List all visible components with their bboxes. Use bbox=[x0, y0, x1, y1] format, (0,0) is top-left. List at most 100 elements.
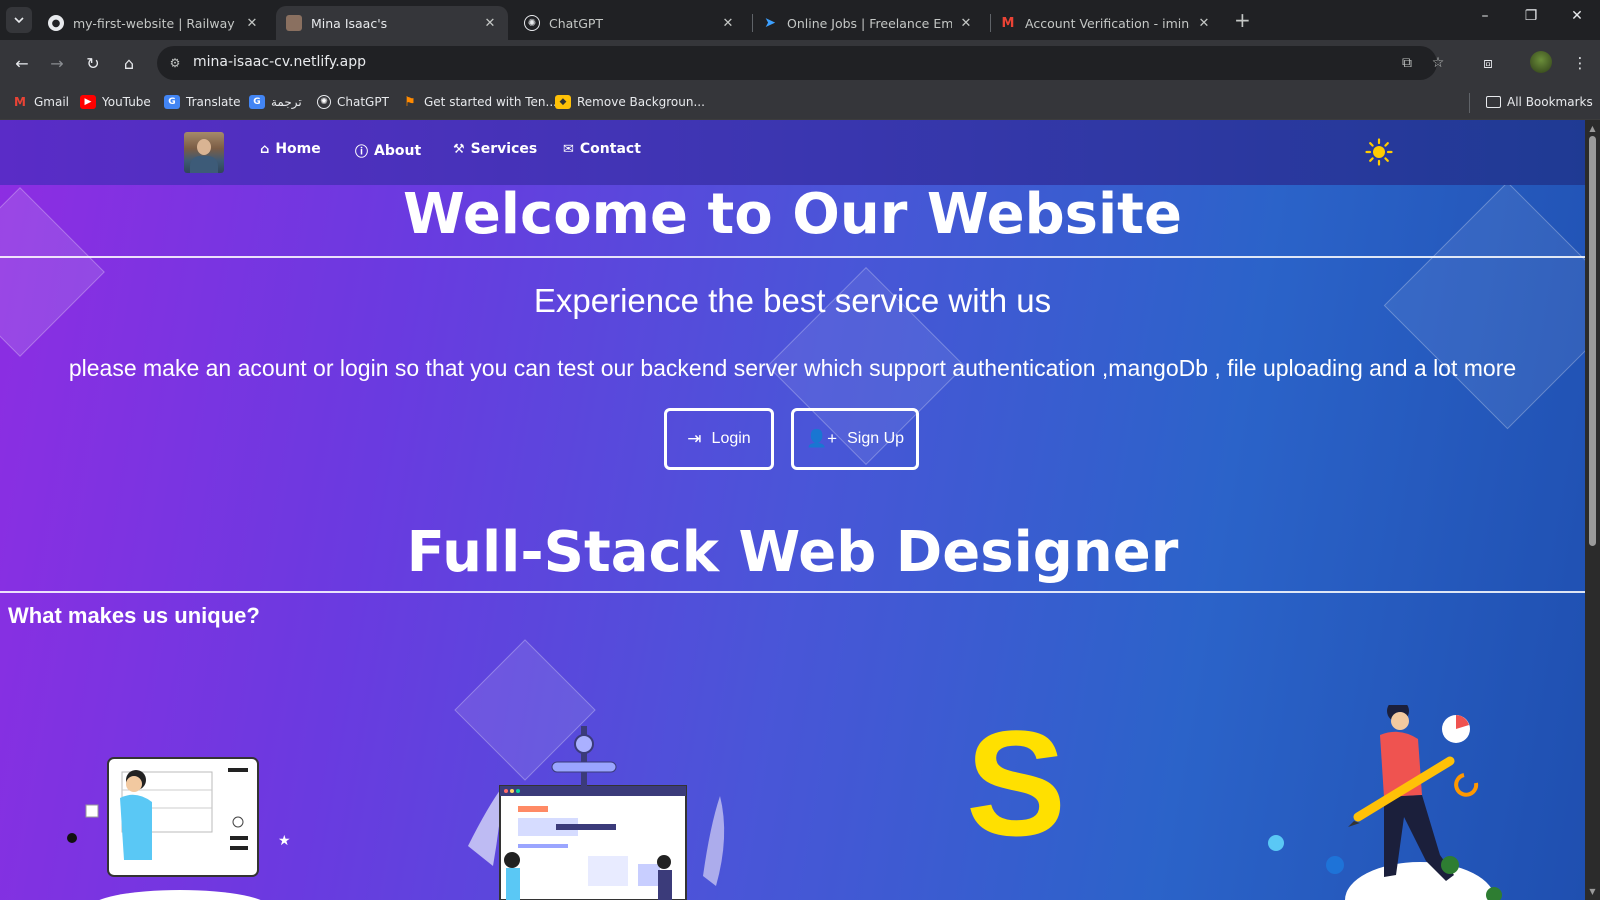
unique-heading: What makes us unique? bbox=[8, 603, 260, 628]
designer-illustration bbox=[1268, 705, 1502, 900]
close-tab-icon[interactable]: ✕ bbox=[958, 16, 974, 31]
bookmark-label: ChatGPT bbox=[337, 95, 389, 109]
nav-label: About bbox=[374, 142, 422, 159]
browser-tab-strip: ● my-first-website | Railway ✕ Mina Isaa… bbox=[0, 0, 1600, 40]
gmail-icon: M bbox=[14, 95, 26, 109]
home-icon: ⌂ bbox=[260, 141, 270, 157]
browser-tab-online-jobs[interactable]: ➤ Online Jobs | Freelance Employ ✕ bbox=[752, 6, 984, 40]
translate-icon: G bbox=[249, 95, 265, 109]
minimize-icon[interactable]: – bbox=[1470, 8, 1500, 24]
bookmarks-bar: M Gmail ▶ YouTube G Translate G ترجمة ✺ … bbox=[0, 86, 1600, 120]
translate-icon: G bbox=[164, 95, 180, 109]
tab-title: Account Verification - imina395 bbox=[1025, 15, 1190, 31]
scroll-down-icon[interactable]: ▼ bbox=[1588, 887, 1597, 896]
bookmark-label: Translate bbox=[186, 95, 241, 109]
browser-tab-gmail[interactable]: M Account Verification - imina395 ✕ bbox=[990, 6, 1222, 40]
bookmark-label: Get started with Ten... bbox=[424, 95, 557, 109]
bookmark-star-icon[interactable]: ☆ bbox=[1428, 53, 1448, 73]
nav-link-home[interactable]: ⌂ Home bbox=[260, 141, 321, 157]
tab-search-button[interactable] bbox=[6, 7, 32, 33]
bookmark-remove-background[interactable]: ◆ Remove Backgroun... bbox=[555, 95, 705, 109]
youtube-icon: ▶ bbox=[80, 95, 96, 109]
bookmark-label: Remove Backgroun... bbox=[577, 95, 705, 109]
bookmark-label: YouTube bbox=[102, 95, 151, 109]
close-tab-icon[interactable]: ✕ bbox=[720, 16, 736, 31]
page-scrollbar[interactable]: ▲ ▼ bbox=[1585, 120, 1600, 900]
forward-icon[interactable]: → bbox=[45, 51, 69, 75]
bookmark-label: ترجمة bbox=[271, 95, 302, 109]
nav-label: Home bbox=[275, 141, 321, 157]
nav-label: Services bbox=[470, 141, 538, 157]
gmail-icon: M bbox=[1001, 15, 1015, 31]
avatar-body bbox=[190, 156, 218, 173]
chatgpt-icon: ✺ bbox=[317, 95, 331, 109]
bookmark-get-started[interactable]: ⚑ Get started with Ten... bbox=[402, 94, 557, 110]
back-icon[interactable]: ← bbox=[10, 51, 34, 75]
address-bar[interactable]: ⚙ mina-isaac-cv.netlify.app ⧉ ☆ bbox=[157, 46, 1444, 80]
nav-link-contact[interactable]: ✉ Contact bbox=[563, 141, 641, 157]
menu-dots-icon[interactable]: ⋮ bbox=[1568, 51, 1592, 75]
add-user-icon: 👤+ bbox=[805, 429, 838, 448]
hero-divider bbox=[0, 256, 1585, 258]
tab-title: ChatGPT bbox=[549, 15, 604, 31]
nav-label: Contact bbox=[579, 141, 641, 157]
services-icon: ⚒ bbox=[453, 141, 465, 157]
web-builder-illustration bbox=[468, 726, 725, 900]
scroll-up-icon[interactable]: ▲ bbox=[1588, 124, 1597, 133]
avatar[interactable] bbox=[184, 132, 224, 173]
bookmarks-separator bbox=[1469, 93, 1470, 113]
tab-title: Mina Isaac's bbox=[311, 15, 388, 31]
new-tab-button[interactable]: + bbox=[1234, 10, 1251, 30]
browser-tab-mina-isaac[interactable]: Mina Isaac's ✕ bbox=[276, 6, 508, 40]
section-divider bbox=[0, 591, 1585, 593]
section-title: Full-Stack Web Designer bbox=[406, 520, 1179, 585]
url-text: mina-isaac-cv.netlify.app bbox=[193, 54, 366, 70]
nav-link-about[interactable]: ⓘ About bbox=[355, 141, 422, 161]
bookmark-translate[interactable]: G Translate bbox=[164, 95, 241, 109]
close-tab-icon[interactable]: ✕ bbox=[244, 16, 260, 31]
close-tab-icon[interactable]: ✕ bbox=[482, 16, 498, 31]
restore-icon[interactable]: ❐ bbox=[1516, 8, 1546, 24]
site-navbar: ⌂ Home ⓘ About ⚒ Services ✉ Contact bbox=[0, 120, 1585, 185]
avatar-face bbox=[197, 139, 211, 155]
signup-button[interactable]: 👤+ Sign Up bbox=[791, 408, 919, 470]
browser-toolbar: ← → ↻ ⌂ ⚙ mina-isaac-cv.netlify.app ⧉ ☆ … bbox=[0, 40, 1600, 86]
browser-tab-railway[interactable]: ● my-first-website | Railway ✕ bbox=[38, 6, 270, 40]
open-in-app-icon[interactable]: ⧉ bbox=[1397, 53, 1417, 73]
hero-description: please make an acount or login so that y… bbox=[68, 355, 1517, 381]
login-icon: ⇥ bbox=[687, 429, 702, 448]
profile-avatar[interactable] bbox=[1530, 51, 1552, 73]
chevron-down-icon bbox=[14, 17, 24, 24]
site-settings-icon[interactable]: ⚙ bbox=[165, 53, 185, 73]
sun-icon[interactable] bbox=[1365, 138, 1393, 166]
avatar-favicon-icon bbox=[286, 15, 302, 31]
signup-label: Sign Up bbox=[847, 430, 905, 447]
extensions-icon[interactable]: ⧈ bbox=[1476, 51, 1500, 75]
close-tab-icon[interactable]: ✕ bbox=[1196, 16, 1212, 31]
all-bookmarks[interactable]: All Bookmarks bbox=[1486, 95, 1593, 109]
bookmark-chatgpt[interactable]: ✺ ChatGPT bbox=[317, 95, 389, 109]
close-window-icon[interactable]: ✕ bbox=[1562, 8, 1592, 24]
bookmark-youtube[interactable]: ▶ YouTube bbox=[80, 95, 151, 109]
tab-title: Online Jobs | Freelance Employ bbox=[787, 15, 952, 31]
tab-title: my-first-website | Railway bbox=[73, 15, 235, 31]
info-icon: ⓘ bbox=[355, 145, 369, 160]
bookmark-gmail[interactable]: M Gmail bbox=[12, 95, 69, 109]
folder-icon bbox=[1486, 96, 1501, 108]
animated-letter: S bbox=[966, 699, 1067, 867]
login-label: Login bbox=[711, 430, 751, 447]
railway-icon: ● bbox=[48, 15, 64, 31]
bookmark-arabic-translate[interactable]: G ترجمة bbox=[249, 95, 302, 109]
tensorflow-icon: ⚑ bbox=[404, 94, 416, 110]
browser-tab-chatgpt[interactable]: ✺ ChatGPT ✕ bbox=[514, 6, 746, 40]
scrollbar-thumb[interactable] bbox=[1589, 136, 1596, 546]
hero-title: Welcome to Our Website bbox=[403, 182, 1182, 247]
hero-subtitle: Experience the best service with us bbox=[533, 282, 1052, 319]
reload-icon[interactable]: ↻ bbox=[81, 51, 105, 75]
home-icon[interactable]: ⌂ bbox=[117, 51, 141, 75]
nav-link-services[interactable]: ⚒ Services bbox=[453, 141, 537, 157]
chatgpt-icon: ✺ bbox=[524, 15, 540, 31]
login-button[interactable]: ⇥ Login bbox=[664, 408, 774, 470]
remove-bg-icon: ◆ bbox=[555, 95, 571, 109]
dashboard-illustration: ★ bbox=[67, 757, 291, 900]
